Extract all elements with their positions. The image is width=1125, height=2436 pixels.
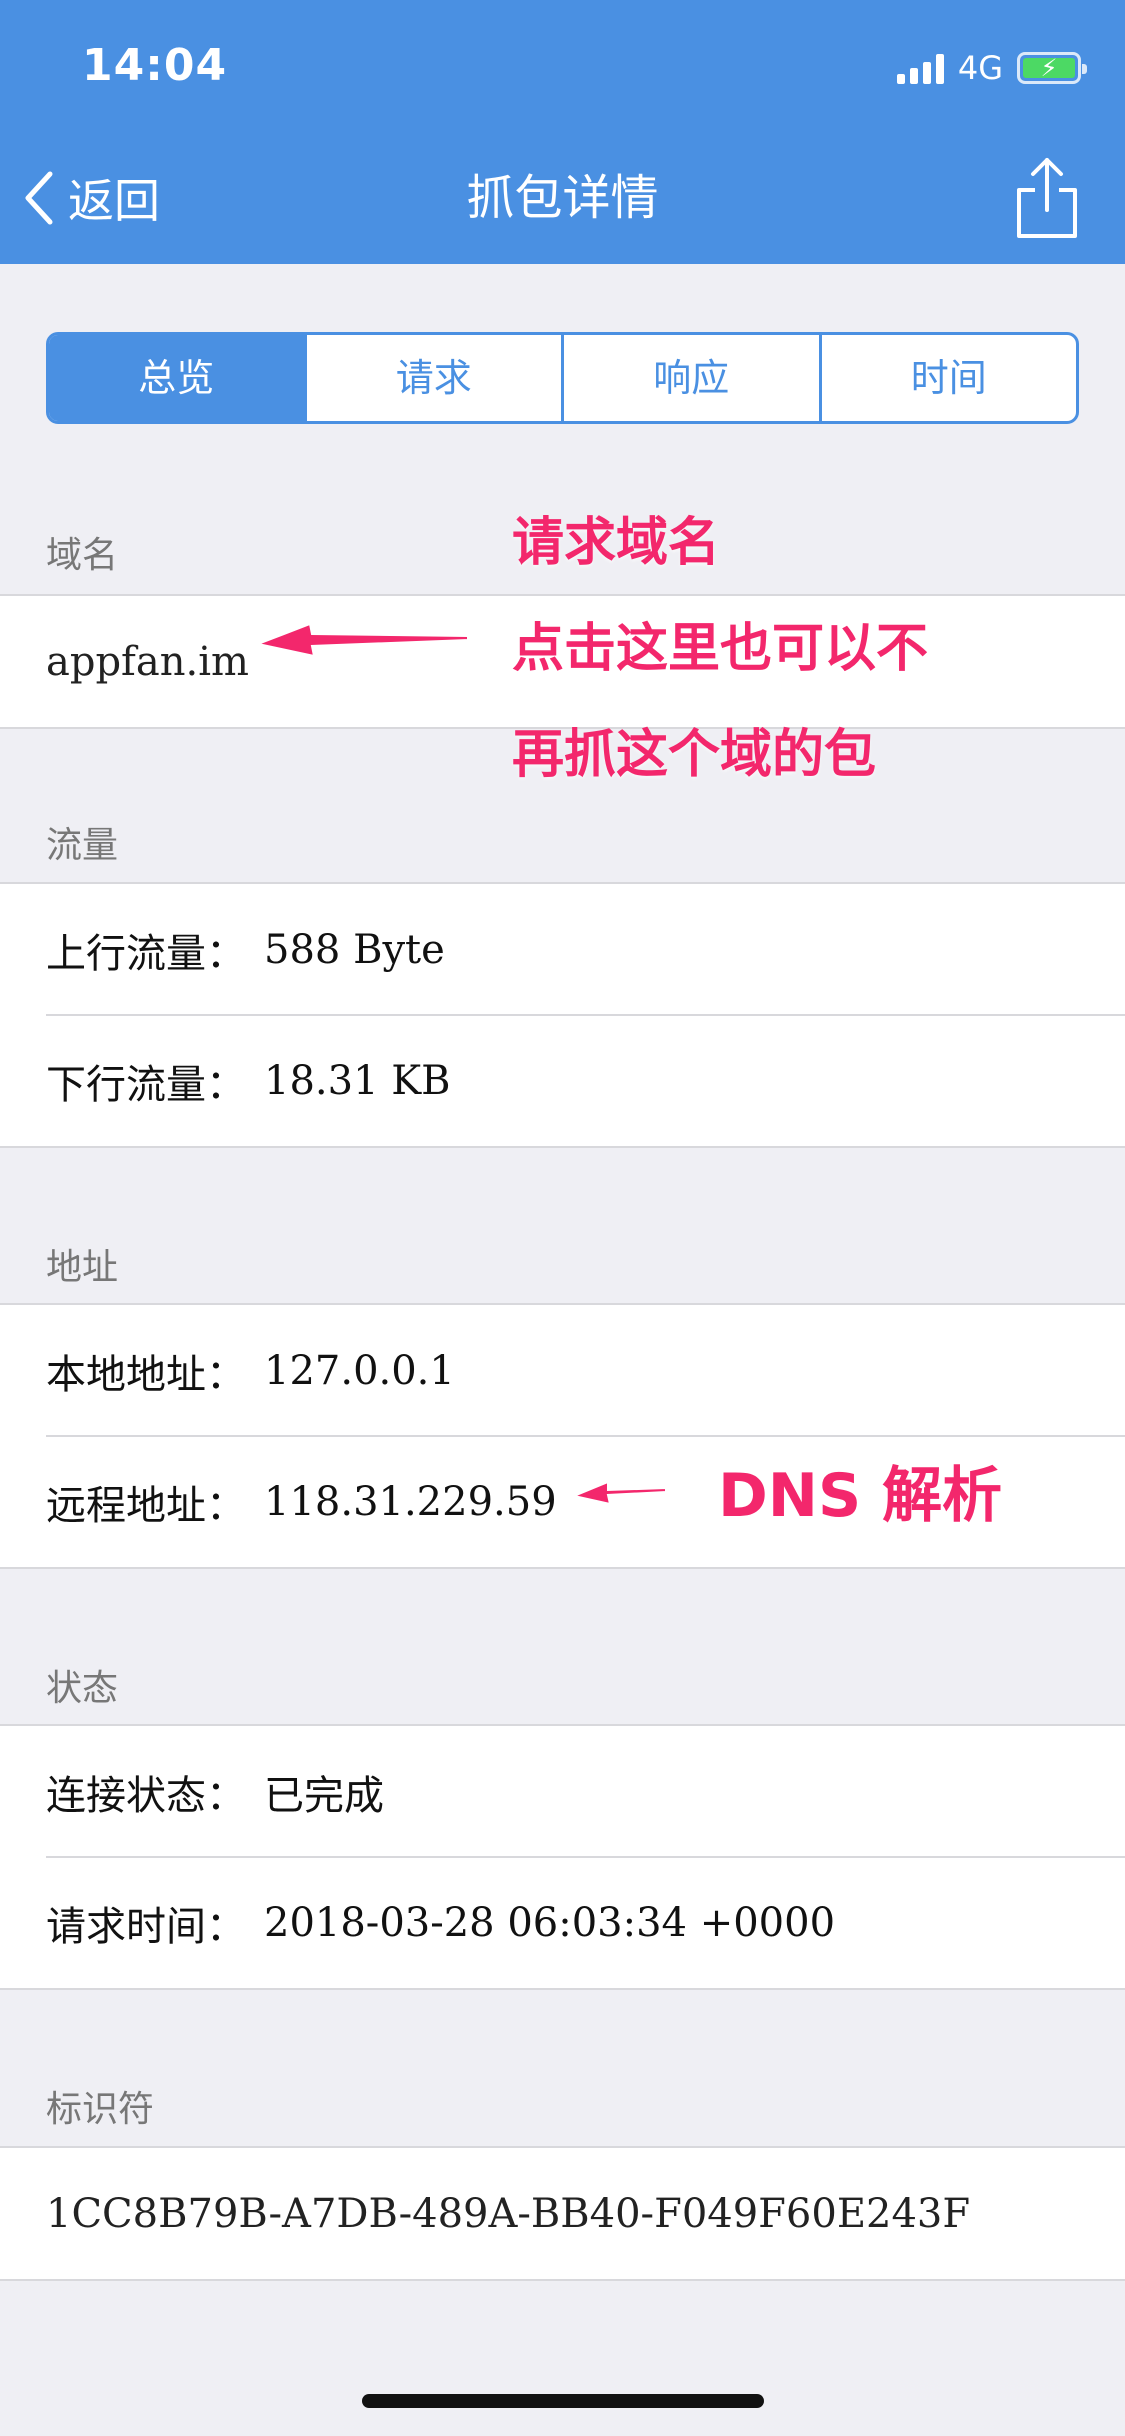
upload-traffic-value: 588 Byte <box>264 926 445 973</box>
local-address-value: 127.0.0.1 <box>264 1347 455 1394</box>
status-group: 连接状态： 已完成 请求时间： 2018-03-28 06:03:34 +000… <box>0 1724 1125 1990</box>
share-icon[interactable] <box>1015 156 1079 240</box>
home-indicator <box>362 2394 764 2408</box>
tab-request[interactable]: 请求 <box>303 335 562 421</box>
download-traffic-label: 下行流量： <box>46 1061 246 1108</box>
section-header-domain: 域名 <box>46 535 119 576</box>
identifier-value: 1CC8B79B-A7DB-489A-BB40-F049F60E243F <box>46 2190 971 2237</box>
local-address-row: 本地地址： 127.0.0.1 <box>0 1305 1125 1436</box>
page-title: 抓包详情 <box>466 170 659 226</box>
download-traffic-row: 下行流量： 18.31 KB <box>0 1014 1125 1146</box>
section-header-identifier: 标识符 <box>46 2089 155 2130</box>
upload-traffic-label: 上行流量： <box>46 930 246 977</box>
section-header-status: 状态 <box>46 1668 119 1709</box>
remote-address-value: 118.31.229.59 <box>264 1478 557 1525</box>
section-header-address: 地址 <box>46 1247 119 1288</box>
status-bar: 14:04 4G ⚡ <box>0 0 1125 130</box>
connection-status-row: 连接状态： 已完成 <box>0 1726 1125 1857</box>
segmented-tabs: 总览 请求 响应 时间 <box>46 332 1079 424</box>
annotation-arrow-dns <box>570 1480 667 1506</box>
tab-response[interactable]: 响应 <box>561 335 819 421</box>
network-type: 4G <box>957 49 1003 87</box>
traffic-group: 上行流量： 588 Byte 下行流量： 18.31 KB <box>0 882 1125 1148</box>
tab-overview[interactable]: 总览 <box>49 335 304 421</box>
download-traffic-value: 18.31 KB <box>264 1057 451 1104</box>
battery-level: ⚡ <box>1023 54 1075 82</box>
annotation-line: 点击这里也可以不 <box>512 619 929 679</box>
domain-annotation: 请求域名 点击这里也可以不 再抓这个域的包 <box>512 490 928 808</box>
annotation-line: 再抓这个域的包 <box>512 725 877 785</box>
battery-icon: ⚡ <box>1017 52 1087 84</box>
request-time-label: 请求时间： <box>46 1903 246 1950</box>
connection-status-label: 连接状态： <box>46 1772 246 1819</box>
dns-annotation: DNS 解析 <box>718 1461 1003 1531</box>
charging-bolt-icon: ⚡ <box>1040 54 1058 82</box>
identifier-row: 1CC8B79B-A7DB-489A-BB40-F049F60E243F <box>0 2148 1125 2279</box>
section-header-traffic: 流量 <box>46 825 119 866</box>
status-indicators: 4G ⚡ <box>896 48 1087 88</box>
remote-address-label: 远程地址： <box>46 1482 246 1529</box>
tab-timing[interactable]: 时间 <box>818 335 1077 421</box>
navigation-bar: 返回 抓包详情 <box>0 130 1125 264</box>
request-time-row: 请求时间： 2018-03-28 06:03:34 +0000 <box>0 1856 1125 1988</box>
request-time-value: 2018-03-28 06:03:34 +0000 <box>264 1899 836 1946</box>
annotation-arrow-domain <box>254 622 469 658</box>
domain-value: appfan.im <box>46 638 249 685</box>
local-address-label: 本地地址： <box>46 1351 246 1398</box>
status-time: 14:04 <box>82 40 228 91</box>
signal-icon <box>896 52 944 84</box>
identifier-group: 1CC8B79B-A7DB-489A-BB40-F049F60E243F <box>0 2146 1125 2281</box>
connection-status-value: 已完成 <box>264 1772 384 1819</box>
upload-traffic-row: 上行流量： 588 Byte <box>0 884 1125 1015</box>
annotation-line: 请求域名 <box>512 513 721 573</box>
